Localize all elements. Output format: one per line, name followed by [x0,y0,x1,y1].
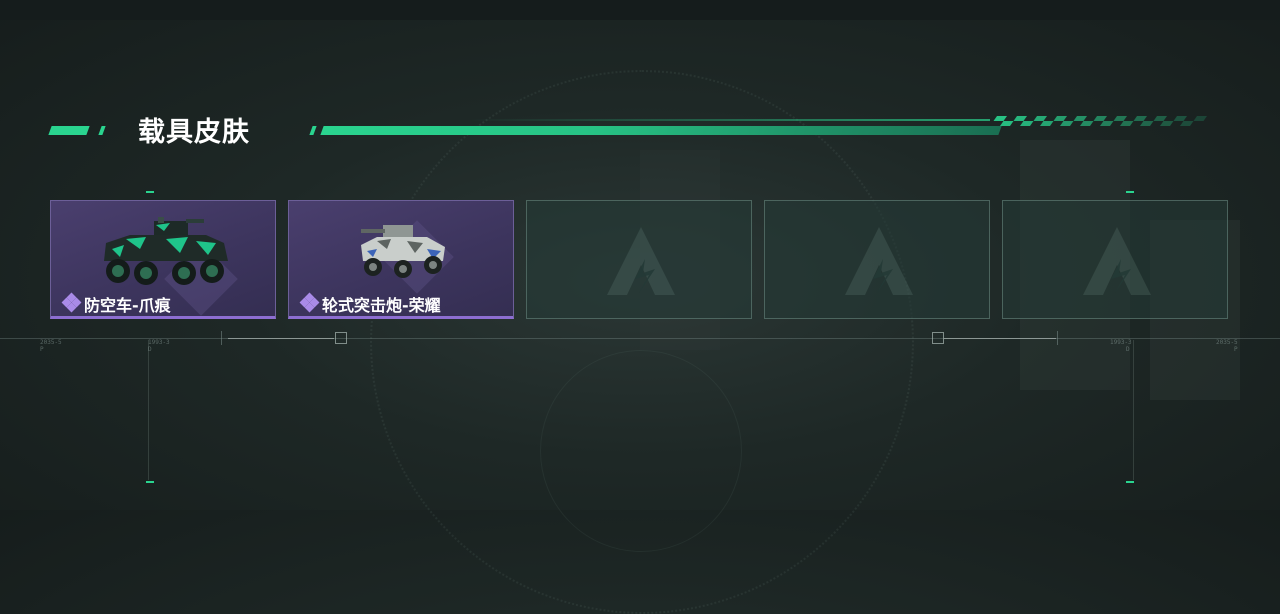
skin-name: 防空车-爪痕 [84,296,171,315]
rarity-icon [61,292,82,313]
coord-label: 1993-3 [1110,339,1132,346]
guide-square-marker [932,332,944,344]
rarity-icon [299,292,320,313]
background-ring-inner [540,350,742,552]
armored-vehicle-icon [104,217,228,285]
section-title: 载具皮肤 [138,117,250,148]
skin-slot-2[interactable]: 轮式突击炮-荣耀 [288,200,514,319]
guide-vertical [148,340,149,480]
guide-tick [1057,331,1058,345]
corner-tick [1126,481,1134,483]
header-accent-dash [309,126,317,135]
header-accent-dash [48,126,90,135]
guide-vertical [1133,340,1134,480]
coord-label: 2035-5 [40,339,62,346]
skin-slot-3-empty[interactable] [526,200,752,319]
skin-slot-5-empty[interactable] [1002,200,1228,319]
header-thin-line [470,119,990,121]
placeholder-logo-icon [845,227,913,295]
coord-label: D [148,346,152,353]
header-checker-pattern [983,116,1208,136]
coord-label: D [1126,346,1130,353]
guide-line [0,338,1280,339]
checker-cell [1190,121,1204,126]
corner-tick [146,481,154,483]
corner-tick [1126,191,1134,193]
guide-line-bright [944,338,1056,339]
guide-square-marker [335,332,347,344]
skin-slot-4-empty[interactable] [764,200,990,319]
skin-slot-1[interactable]: 防空车-爪痕 [50,200,276,319]
coord-label: 2035-5 [1216,339,1238,346]
placeholder-logo-icon [607,227,675,295]
coord-label: P [1234,346,1238,353]
guide-line-bright [228,338,334,339]
header-accent-dash [98,126,106,135]
guide-tick [221,331,222,345]
corner-tick [146,191,154,193]
wheeled-assault-gun-icon [361,225,445,278]
top-strip [0,0,1280,20]
coord-label: P [40,346,44,353]
coord-label: 1993-3 [148,339,170,346]
placeholder-logo-icon [1083,227,1151,295]
skin-name: 轮式突击炮-荣耀 [322,296,441,315]
header-accent-bar [320,126,1002,135]
